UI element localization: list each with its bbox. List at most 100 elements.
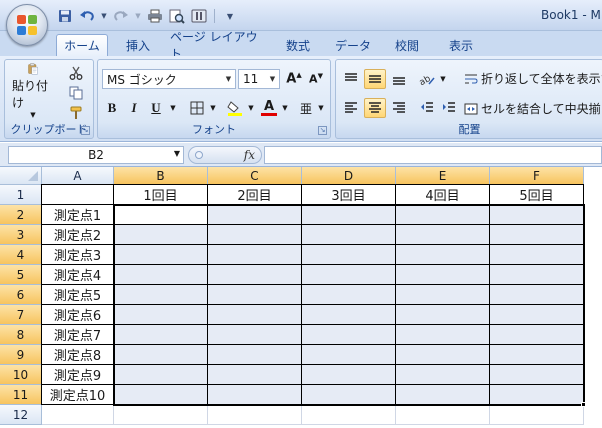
phonetic-dropdown-icon[interactable]: ▼ [316,98,326,118]
cell-e4[interactable] [396,245,490,265]
shrink-font-button[interactable]: A▼ [306,69,326,89]
column-header-b[interactable]: B [114,167,208,185]
cell-a11[interactable]: 測定点10 [42,385,114,405]
cell-d6[interactable] [302,285,396,305]
tab-data[interactable]: データ [330,34,376,56]
cell-c1[interactable]: 2回目 [208,185,302,205]
cell-f1[interactable]: 5回目 [490,185,584,205]
cell-e10[interactable] [396,365,490,385]
cell-d11[interactable] [302,385,396,405]
cell-a4[interactable]: 測定点3 [42,245,114,265]
underline-button[interactable]: U [146,98,166,118]
row-header-12[interactable]: 12 [0,405,42,425]
cut-button[interactable] [65,64,87,82]
office-button[interactable] [6,4,48,46]
cell-e2[interactable] [396,205,490,225]
cell-d4[interactable] [302,245,396,265]
cell-a1[interactable] [42,185,114,205]
tab-page-layout[interactable]: ページ レイアウト [170,30,264,61]
font-launcher-icon[interactable]: ↘ [318,126,327,135]
cell-a9[interactable]: 測定点8 [42,345,114,365]
save-icon[interactable] [56,7,74,25]
cell-d7[interactable] [302,305,396,325]
name-box-dropdown-icon[interactable]: ▼ [174,149,180,158]
column-header-e[interactable]: E [396,167,490,185]
undo-icon[interactable] [78,7,96,25]
cell-a6[interactable]: 測定点5 [42,285,114,305]
row-header-9[interactable]: 9 [0,345,42,365]
fill-color-dropdown-icon[interactable]: ▼ [246,98,256,118]
cell-c8[interactable] [208,325,302,345]
cell-c3[interactable] [208,225,302,245]
cell-a12[interactable] [42,405,114,425]
borders-dropdown-icon[interactable]: ▼ [208,98,218,118]
cell-d5[interactable] [302,265,396,285]
cell-d9[interactable] [302,345,396,365]
redo-dropdown-icon[interactable]: ▼ [134,7,142,25]
cell-f4[interactable] [490,245,584,265]
cell-c2[interactable] [208,205,302,225]
cell-b8[interactable] [114,325,208,345]
italic-button[interactable]: I [124,98,144,118]
print-icon[interactable] [146,7,164,25]
align-center-button[interactable] [364,98,386,118]
undo-dropdown-icon[interactable]: ▼ [100,7,108,25]
cell-b5[interactable] [114,265,208,285]
cell-f8[interactable] [490,325,584,345]
align-right-button[interactable] [388,98,410,118]
cell-b3[interactable] [114,225,208,245]
cell-c11[interactable] [208,385,302,405]
borders-button[interactable] [186,98,208,118]
name-box[interactable]: B2 ▼ [8,146,184,164]
font-name-combo[interactable]: MS ゴシック ▼ [102,69,236,89]
cell-e3[interactable] [396,225,490,245]
grow-font-button[interactable]: A▲ [284,69,304,89]
row-header-10[interactable]: 10 [0,365,42,385]
cell-c7[interactable] [208,305,302,325]
cell-d1[interactable]: 3回目 [302,185,396,205]
cell-c6[interactable] [208,285,302,305]
orientation-dropdown-icon[interactable]: ▼ [438,69,448,89]
cell-a8[interactable]: 測定点7 [42,325,114,345]
cell-e8[interactable] [396,325,490,345]
row-header-4[interactable]: 4 [0,245,42,265]
cell-e5[interactable] [396,265,490,285]
cell-c12[interactable] [208,405,302,425]
redo-icon[interactable] [112,7,130,25]
cell-d3[interactable] [302,225,396,245]
align-bottom-button[interactable] [388,69,410,89]
cell-e7[interactable] [396,305,490,325]
cell-c4[interactable] [208,245,302,265]
cell-b4[interactable] [114,245,208,265]
cell-f6[interactable] [490,285,584,305]
cell-b2[interactable] [114,205,208,225]
quick-print-icon[interactable] [190,7,208,25]
cell-b11[interactable] [114,385,208,405]
font-color-dropdown-icon[interactable]: ▼ [280,98,290,118]
clipboard-launcher-icon[interactable]: ↘ [81,126,90,135]
customize-qat-icon[interactable]: ▼ [221,7,239,25]
cell-b9[interactable] [114,345,208,365]
cell-a3[interactable]: 測定点2 [42,225,114,245]
tab-home[interactable]: ホーム [56,34,108,56]
cell-a2[interactable]: 測定点1 [42,205,114,225]
paste-button[interactable]: 貼り付け ▼ [11,62,55,120]
row-header-6[interactable]: 6 [0,285,42,305]
column-header-f[interactable]: F [490,167,584,185]
font-name-dropdown-icon[interactable]: ▼ [222,70,235,88]
column-header-a[interactable]: A [42,167,114,185]
align-top-button[interactable] [340,69,362,89]
cell-d2[interactable] [302,205,396,225]
align-middle-button[interactable] [364,69,386,89]
row-header-3[interactable]: 3 [0,225,42,245]
cell-c9[interactable] [208,345,302,365]
print-preview-icon[interactable] [168,7,186,25]
cell-e1[interactable]: 4回目 [396,185,490,205]
fill-color-button[interactable] [224,98,246,118]
cell-b6[interactable] [114,285,208,305]
tab-formulas[interactable]: 数式 [278,34,318,56]
tab-insert[interactable]: 挿入 [116,34,160,56]
row-header-8[interactable]: 8 [0,325,42,345]
cell-a5[interactable]: 測定点4 [42,265,114,285]
cell-f5[interactable] [490,265,584,285]
